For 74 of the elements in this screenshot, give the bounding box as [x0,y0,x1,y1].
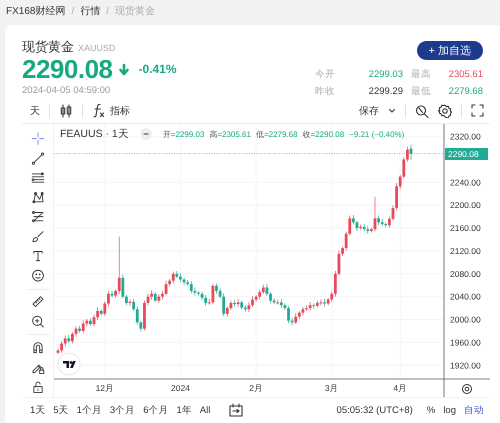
quote-time: 2024-04-05 04:59:00 [22,85,110,96]
y-axis-label: 2200.00 [450,200,481,210]
x-axis-label: 2月 [249,383,263,393]
chart-title: FEAUUS · 1天 [60,127,129,141]
price-change: -0.41% [138,62,177,76]
y-axis-label: 2120.00 [450,246,481,256]
range-button[interactable]: 3个月 [110,404,136,416]
scale-button[interactable]: log [443,404,456,416]
stat-value: 2305.61 [448,69,483,80]
trend-line-icon[interactable] [30,152,46,165]
add-watchlist-button[interactable]: + 加自选 [416,41,483,60]
breadcrumb-link[interactable]: 行情 [80,4,100,18]
logo-icon[interactable] [58,352,80,376]
ohlc-value: 开=2299.03 [162,128,204,140]
scale-button[interactable]: % [426,404,436,416]
instrument-symbol: XAUUSD [78,43,116,53]
last-price-tag: 2290.08 [445,148,488,160]
y-axis-label: 2320.00 [450,132,481,142]
x-axis-label: 3月 [324,383,339,393]
fullscreen-icon[interactable] [471,104,484,117]
stat-value: 2299.03 [368,69,403,80]
caret-icon[interactable] [388,107,396,114]
range-button[interactable]: 1个月 [76,404,102,416]
breadcrumb-separator: / [106,6,110,16]
x-axis-label: 4月 [393,383,408,393]
interval-button[interactable]: 天 [30,104,40,118]
y-axis-label: 2000.00 [450,314,481,325]
function-icon[interactable] [92,103,105,118]
y-axis-label: 2040.00 [450,292,481,302]
ohlc-value: 高=2305.61 [209,128,251,140]
stat-label: 昨收 [315,85,335,98]
crosshair-icon[interactable] [30,132,46,146]
parallel-lines-icon[interactable] [30,171,46,184]
brush-icon[interactable] [30,230,46,244]
ohlc-value: 低=2279.68 [256,128,298,140]
ohlc-value: 收=2290.08 [302,128,344,140]
instrument-name: 现货黄金 [22,38,74,56]
breadcrumb-current: 现货黄金 [115,4,156,18]
smiley-icon[interactable] [30,268,46,282]
candlestick-icon[interactable] [59,104,73,118]
scale-button[interactable]: 自动 [464,404,484,416]
indicators-button[interactable]: 指标 [110,104,130,118]
pattern-icon[interactable] [30,190,46,204]
price-value: 2290.08 [22,54,112,84]
zoom-in-icon[interactable] [30,314,46,328]
quick-search-icon[interactable] [415,104,429,118]
y-axis-label: 2080.00 [450,268,481,279]
fibonacci-icon[interactable] [30,210,46,224]
y-axis-label: 1960.00 [450,337,481,348]
legend-change: −9.21 (−0.40%) [349,130,404,138]
range-button[interactable]: All [200,404,210,416]
y-axis-label: 2240.00 [450,177,481,188]
y-axis-label: 1920.00 [450,360,481,370]
x-axis-label: 12月 [96,383,114,393]
range-button[interactable]: 6个月 [143,404,168,416]
range-button[interactable]: 1年 [176,404,192,416]
breadcrumb-link[interactable]: FX168财经网 [6,4,66,18]
stat-label: 今开 [315,68,335,81]
stat-label: 最高 [411,68,431,81]
ruler-icon[interactable] [30,295,46,309]
settings-icon[interactable] [438,104,452,118]
range-button[interactable]: 1天 [30,404,46,416]
calendar-range-icon[interactable] [228,402,244,418]
clock-time: 05:05:32 (UTC+8) [336,404,413,416]
stat-label: 最低 [411,85,431,98]
axis-settings-icon[interactable] [462,384,472,394]
x-axis-label: 2024 [171,383,190,393]
y-axis-label: 2160.00 [450,223,481,234]
save-button[interactable]: 保存 [359,104,379,118]
stat-value: 2299.29 [368,86,403,97]
breadcrumb-separator: / [71,6,74,16]
collapse-icon[interactable] [140,128,152,140]
stat-value: 2279.68 [448,86,483,97]
range-button[interactable]: 5天 [53,404,69,416]
